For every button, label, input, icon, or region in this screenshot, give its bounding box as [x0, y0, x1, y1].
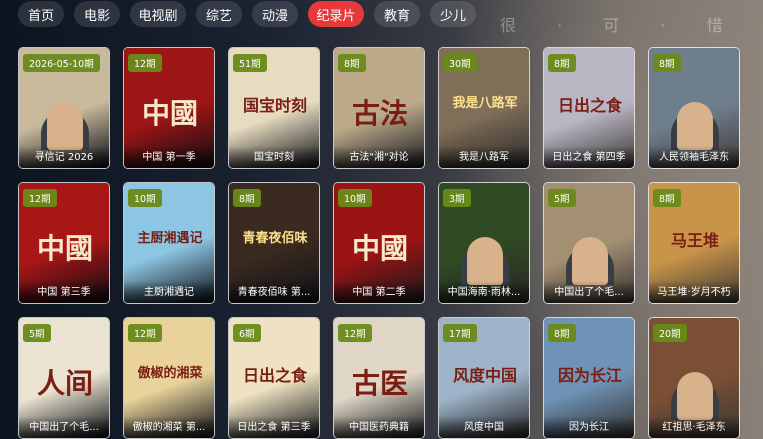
tab-education[interactable]: 教育 — [374, 1, 420, 27]
tab-tv-series[interactable]: 电视剧 — [130, 1, 186, 27]
episode-badge: 8期 — [653, 189, 681, 207]
media-card[interactable]: 主厨湘遇记 10期主厨湘遇记 — [123, 182, 215, 304]
media-card[interactable]: 5期中国出了个毛... — [543, 182, 635, 304]
tab-movies[interactable]: 电影 — [74, 1, 120, 27]
media-card[interactable]: 20期红祖思·毛泽东 — [648, 317, 740, 439]
card-title: 中国医药典籍 — [334, 416, 424, 438]
media-card[interactable]: 风度中国 17期风度中国 — [438, 317, 530, 439]
card-title: 中国出了个毛... — [544, 281, 634, 303]
media-card[interactable]: 我是八路军 30期我是八路军 — [438, 47, 530, 169]
poster-title-art: 傲椒的湘菜 — [137, 366, 203, 381]
media-card[interactable]: 日出之食 8期日出之食 第四季 — [543, 47, 635, 169]
episode-badge: 8期 — [233, 189, 261, 207]
poster-title-art: 主厨湘遇记 — [137, 231, 203, 246]
poster-title-art: 国宝时刻 — [242, 96, 307, 115]
media-card[interactable]: 中國 10期中国 第二季 — [333, 182, 425, 304]
card-title: 中国出了个毛... — [19, 416, 109, 438]
media-card[interactable]: 人间 5期中国出了个毛... — [18, 317, 110, 439]
person-portrait — [47, 102, 83, 150]
poster-title-art: 古法 — [351, 97, 408, 130]
poster-title-art: 因为长江 — [557, 366, 622, 385]
episode-badge: 8期 — [548, 324, 576, 342]
media-card[interactable]: 傲椒的湘菜 12期傲椒的湘菜 第... — [123, 317, 215, 439]
card-title: 中国 第三季 — [19, 281, 109, 303]
media-card[interactable]: 8期人民领袖毛泽东 — [648, 47, 740, 169]
card-title: 中国 第二季 — [334, 281, 424, 303]
card-title: 中国 第一季 — [124, 146, 214, 168]
tab-home[interactable]: 首页 — [18, 1, 64, 27]
card-title: 日出之食 第三季 — [229, 416, 319, 438]
media-card[interactable]: 3期中国海南·雨林... — [438, 182, 530, 304]
card-title: 红祖思·毛泽东 — [649, 416, 739, 438]
person-portrait — [677, 372, 713, 420]
top-nav: 首页 电影 电视剧 综艺 动漫 纪录片 教育 少儿 — [18, 0, 476, 28]
card-title: 因为长江 — [544, 416, 634, 438]
content-grid: 2026-05-10期 寻信记 2026 中國 12期 中国 第一季 国宝时刻 51期 国宝时… — [18, 47, 740, 439]
tab-anime[interactable]: 动漫 — [252, 1, 298, 27]
media-card[interactable]: 国宝时刻 51期国宝时刻 — [228, 47, 320, 169]
card-title: 青春夜佰味 第... — [229, 281, 319, 303]
card-title: 傲椒的湘菜 第... — [124, 416, 214, 438]
episode-badge: 10期 — [338, 189, 372, 207]
tab-variety[interactable]: 综艺 — [196, 1, 242, 27]
card-title: 国宝时刻 — [229, 146, 319, 168]
media-card[interactable]: 古法 8期古法"湘"对论 — [333, 47, 425, 169]
episode-badge: 8期 — [338, 54, 366, 72]
media-card[interactable]: 因为长江 8期因为长江 — [543, 317, 635, 439]
person-portrait — [467, 237, 503, 285]
poster-title-art: 中國 — [36, 232, 93, 265]
person-portrait — [572, 237, 608, 285]
background-watermark-text: 很 · 可 · 惜 — [500, 16, 741, 35]
episode-badge: 6期 — [233, 324, 261, 342]
card-title: 风度中国 — [439, 416, 529, 438]
episode-badge: 12期 — [23, 189, 57, 207]
episode-badge: 5期 — [548, 189, 576, 207]
poster-title-art: 日出之食 — [557, 96, 622, 115]
media-card[interactable]: 日出之食 6期日出之食 第三季 — [228, 317, 320, 439]
episode-badge: 30期 — [443, 54, 477, 72]
episode-badge: 12期 — [338, 324, 372, 342]
media-card[interactable]: 古医 12期中国医药典籍 — [333, 317, 425, 439]
media-card[interactable]: 中國 12期中国 第一季 — [123, 47, 215, 169]
poster-title-art: 古医 — [351, 367, 408, 400]
media-card[interactable]: 马王堆 8期马王堆·岁月不朽 — [648, 182, 740, 304]
tab-documentary[interactable]: 纪录片 — [308, 1, 364, 27]
episode-badge: 2026-05-10期 — [23, 54, 100, 72]
poster-title-art: 马王堆 — [670, 231, 719, 250]
episode-badge: 12期 — [128, 54, 162, 72]
card-title: 寻信记 2026 — [19, 146, 109, 168]
poster-title-art: 人间 — [36, 367, 93, 400]
episode-badge: 12期 — [128, 324, 162, 342]
episode-badge: 8期 — [653, 54, 681, 72]
person-portrait — [677, 102, 713, 150]
episode-badge: 5期 — [23, 324, 51, 342]
episode-badge: 20期 — [653, 324, 687, 342]
card-title: 主厨湘遇记 — [124, 281, 214, 303]
poster-title-art: 中國 — [141, 97, 198, 130]
card-title: 中国海南·雨林... — [439, 281, 529, 303]
episode-badge: 51期 — [233, 54, 267, 72]
episode-badge: 10期 — [128, 189, 162, 207]
media-card[interactable]: 2026-05-10期寻信记 2026 — [18, 47, 110, 169]
media-card[interactable]: 青春夜佰味 8期青春夜佰味 第... — [228, 182, 320, 304]
poster-title-art: 我是八路军 — [452, 96, 518, 111]
poster-title-art: 风度中国 — [452, 366, 517, 385]
card-title: 古法"湘"对论 — [334, 146, 424, 168]
media-card[interactable]: 中國 12期中国 第三季 — [18, 182, 110, 304]
episode-badge: 17期 — [443, 324, 477, 342]
poster-title-art: 日出之食 — [242, 366, 307, 385]
card-title: 马王堆·岁月不朽 — [649, 281, 739, 303]
card-title: 人民领袖毛泽东 — [649, 146, 739, 168]
episode-badge: 3期 — [443, 189, 471, 207]
episode-badge: 8期 — [548, 54, 576, 72]
tab-kids[interactable]: 少儿 — [430, 1, 476, 27]
poster-title-art: 青春夜佰味 — [242, 231, 308, 246]
poster-title-art: 中國 — [351, 232, 408, 265]
card-title: 日出之食 第四季 — [544, 146, 634, 168]
card-title: 我是八路军 — [439, 146, 529, 168]
